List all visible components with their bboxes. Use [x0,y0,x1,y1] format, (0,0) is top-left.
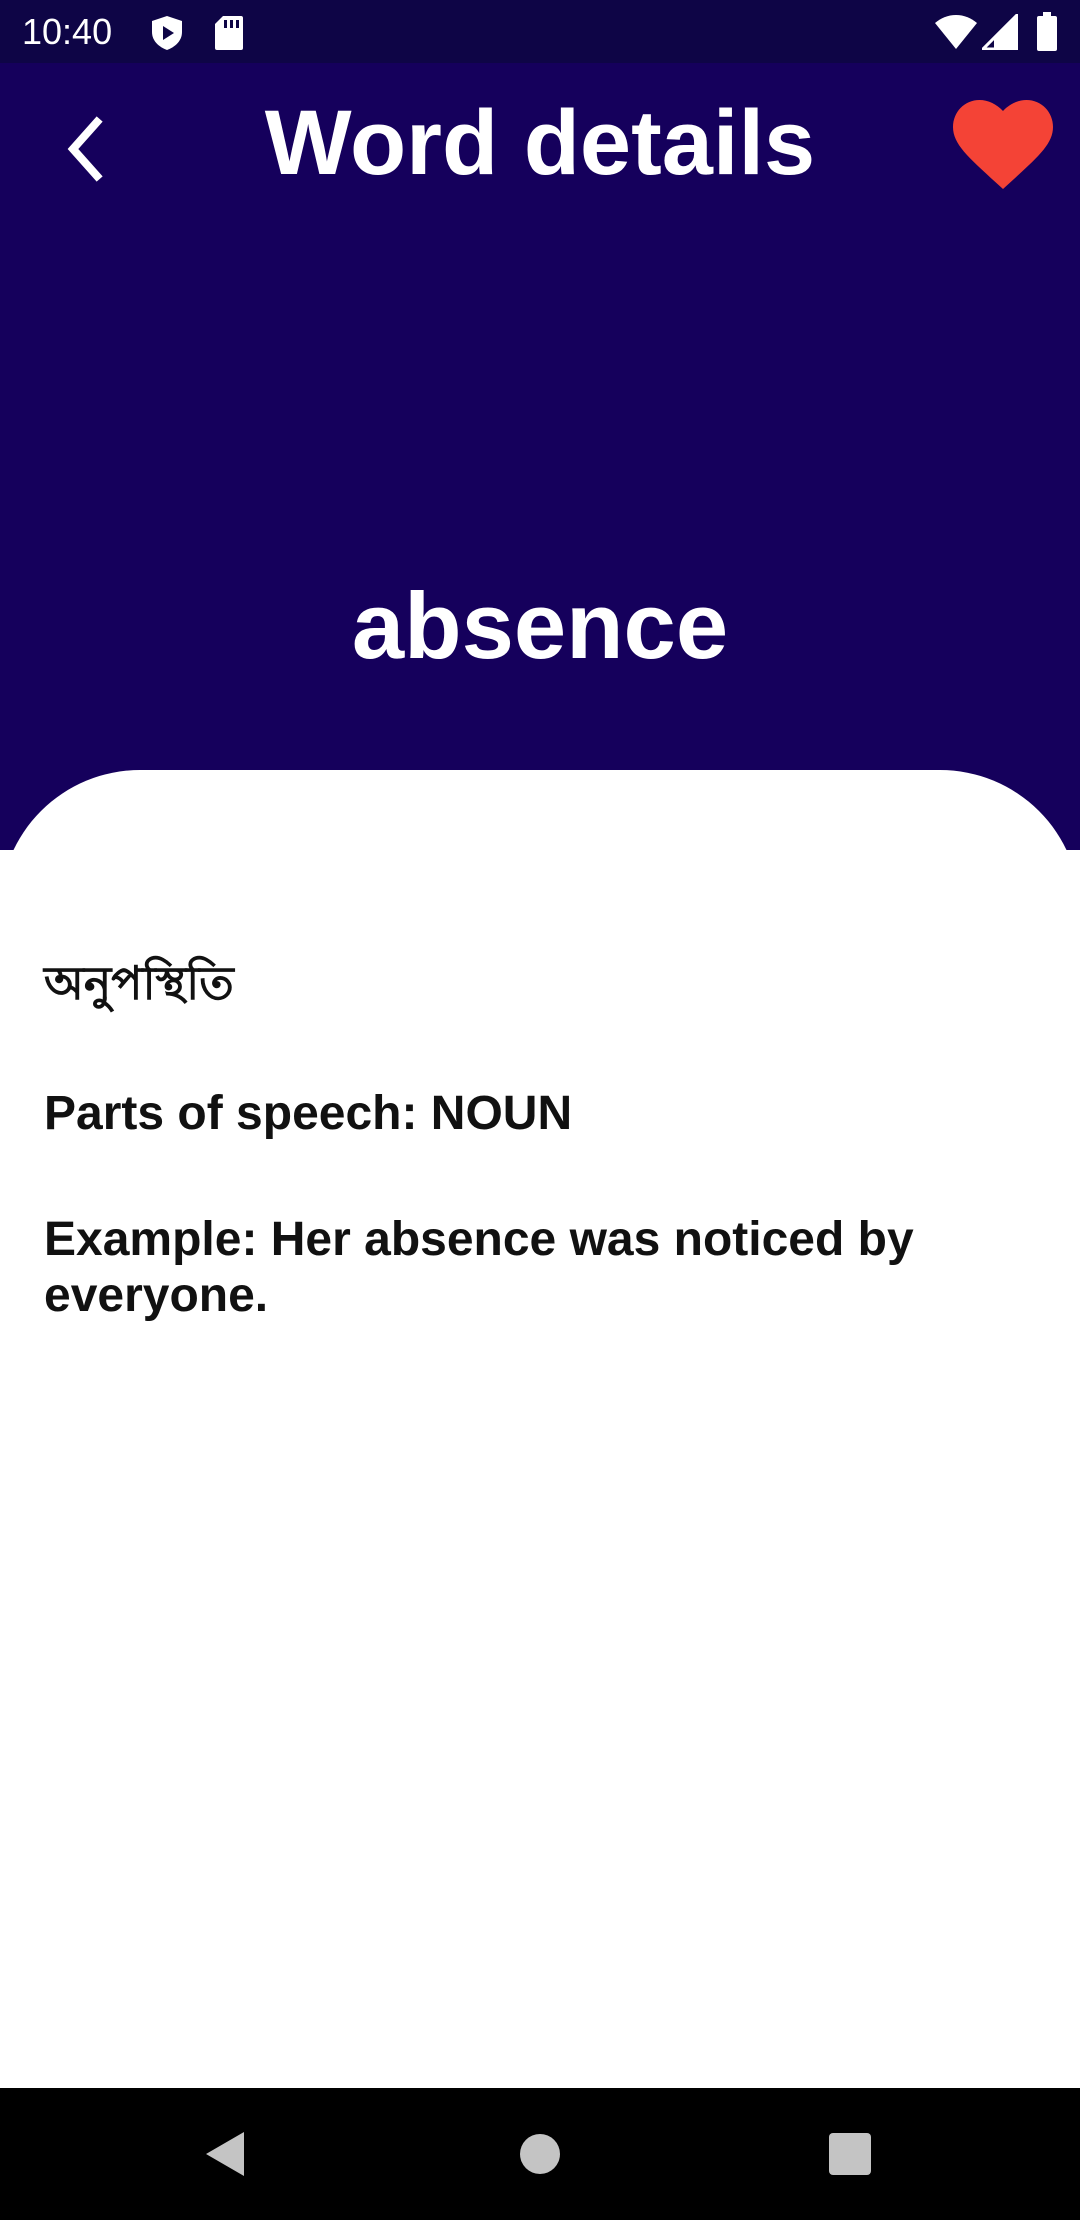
back-button[interactable] [45,109,125,189]
chevron-left-icon [67,116,103,182]
translation-text: অনুপস্থিতি [44,956,234,1010]
circle-home-icon[interactable] [510,2124,570,2184]
header: Word details absence [0,63,1080,850]
parts-of-speech-text: Parts of speech: NOUN [44,1087,573,1140]
sd-card-icon [215,16,243,50]
system-nav-bar [0,2088,1080,2220]
play-shield-icon [152,16,182,50]
word-headword: absence [351,573,729,678]
square-recents-icon[interactable] [820,2124,880,2184]
wifi-icon [935,15,977,49]
status-bar: 10:40 [0,0,1080,63]
details-card: অনুপস্থিতি Parts of speech: NOUN Example… [0,770,1080,2088]
heart-icon[interactable] [952,99,1054,191]
battery-icon [1037,12,1057,51]
page-title: Word details [264,92,816,194]
status-time: 10:40 [22,11,113,52]
example-text: Example: Her absence was noticed by ever… [44,1213,914,1322]
triangle-back-icon[interactable] [196,2124,256,2184]
cellular-signal-icon [982,14,1018,50]
